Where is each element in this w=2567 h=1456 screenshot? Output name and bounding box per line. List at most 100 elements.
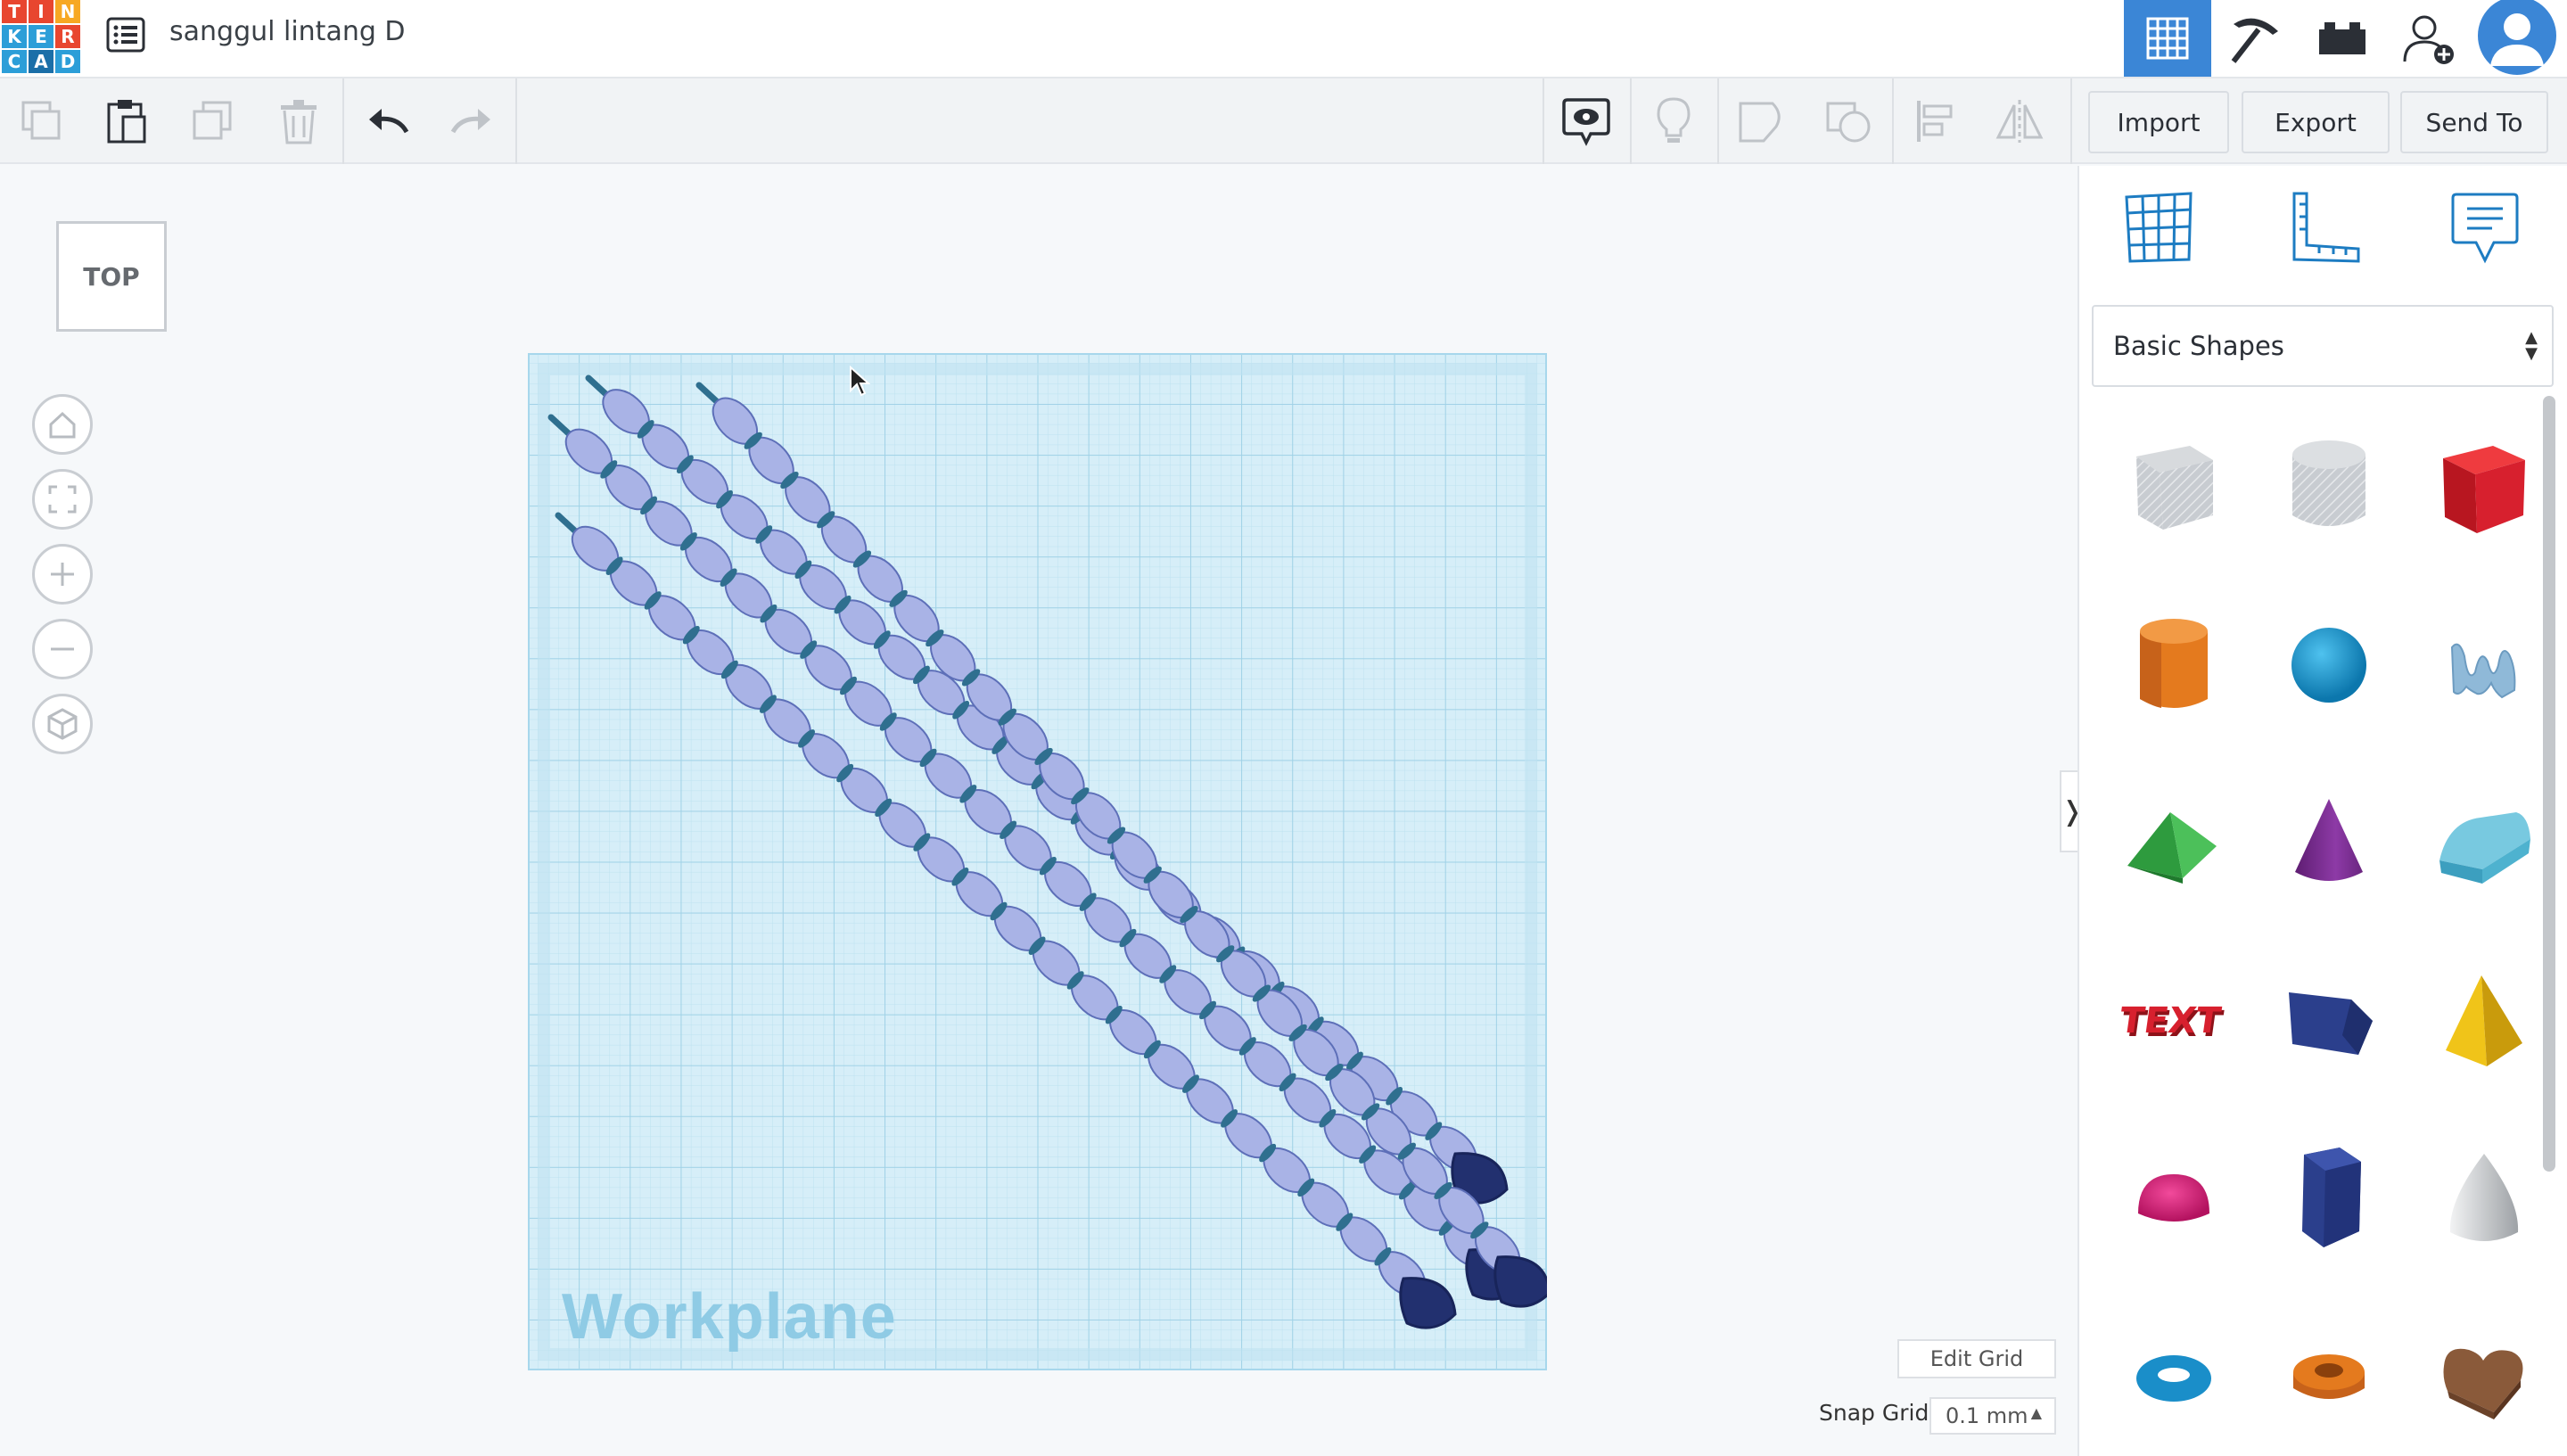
shape-cone[interactable] <box>2267 781 2391 906</box>
trash-icon <box>281 100 317 144</box>
shape-roof[interactable] <box>2111 781 2236 906</box>
invite-user-button[interactable] <box>2386 0 2473 77</box>
duplicate-button[interactable] <box>178 87 248 155</box>
perspective-toggle-button[interactable] <box>32 694 93 754</box>
shape-sphere[interactable] <box>2267 603 2391 728</box>
toolbar-separator <box>1717 78 1719 164</box>
cylinder-hole-icon <box>2292 440 2365 526</box>
snap-grid-label: Snap Grid <box>1819 1400 1929 1426</box>
3d-design-button[interactable] <box>2124 0 2211 77</box>
shape-paraboloid[interactable] <box>2422 1138 2546 1263</box>
ungroup-shapes-button[interactable] <box>1814 87 1883 155</box>
profile-button[interactable] <box>2473 0 2561 77</box>
snap-grid-select[interactable]: 0.1 mm ▲ <box>1929 1397 2056 1435</box>
bricks-icon <box>2319 22 2365 54</box>
toolbar-separator <box>1892 78 1894 164</box>
zoom-in-button[interactable] <box>32 544 93 605</box>
toolbar-separator <box>1630 78 1632 164</box>
shape-text[interactable]: TEXT TEXT <box>2111 959 2236 1084</box>
shape-library-select[interactable]: Basic Shapes ▲ ▼ <box>2092 305 2554 387</box>
design-title[interactable]: sanggul lintang D <box>169 16 406 47</box>
lightbulb-icon <box>1657 97 1691 143</box>
paraboloid-icon <box>2449 1154 2519 1241</box>
3d-view-icon <box>2146 17 2189 60</box>
cube-icon <box>47 708 78 740</box>
shape-torus[interactable] <box>2111 1316 2236 1441</box>
align-icon <box>1917 101 1953 142</box>
shape-heart[interactable] <box>2422 1316 2546 1441</box>
list-icon <box>106 17 145 53</box>
logo-letter: T <box>2 0 27 23</box>
shapes-panel: Basic Shapes ▲ ▼ TEXT TEXT <box>2077 166 2567 1456</box>
undo-icon <box>369 109 409 134</box>
shape-library-value: Basic Shapes <box>2113 331 2284 361</box>
notes-toggle-button[interactable] <box>1551 87 1621 155</box>
duplicate-icon <box>193 101 232 140</box>
note-icon <box>2451 193 2519 264</box>
zoom-out-button[interactable] <box>32 619 93 679</box>
tinkercad-logo[interactable]: T I N K E R C A D <box>2 0 82 73</box>
add-user-icon <box>2403 15 2454 64</box>
edit-toolbar: Import Export Send To <box>0 78 2567 164</box>
shape-half-sphere[interactable] <box>2111 1138 2236 1263</box>
shape-round-roof[interactable] <box>2422 781 2546 906</box>
paste-button[interactable] <box>91 87 160 155</box>
box-hole-icon <box>2136 446 2213 530</box>
mouse-cursor-icon <box>850 366 870 397</box>
bricks-button[interactable] <box>2299 0 2386 77</box>
fit-view-button[interactable] <box>32 469 93 530</box>
edit-grid-button[interactable]: Edit Grid <box>1897 1339 2056 1378</box>
fit-to-view-icon <box>48 485 77 514</box>
copy-icon <box>21 101 61 140</box>
notes-tool-button[interactable] <box>2445 187 2525 267</box>
copy-button[interactable] <box>7 87 77 155</box>
toolbar-separator <box>1543 78 1544 164</box>
logo-letter: C <box>2 50 27 73</box>
comment-eye-icon <box>1562 98 1610 146</box>
polygon-icon <box>2302 1148 2361 1247</box>
send-to-button[interactable]: Send To <box>2400 91 2548 153</box>
shape-box[interactable] <box>2422 424 2546 549</box>
home-icon <box>49 411 76 439</box>
toolbar-separator <box>515 78 517 164</box>
shape-wedge[interactable] <box>2267 959 2391 1084</box>
undo-button[interactable] <box>353 87 423 155</box>
cone-icon <box>2295 799 2363 881</box>
panel-scrollbar[interactable] <box>2543 396 2555 1172</box>
tube-icon <box>2293 1354 2365 1399</box>
designs-list-button[interactable] <box>103 12 148 57</box>
ruler-tool-button[interactable] <box>2284 187 2365 267</box>
shape-scribble[interactable] <box>2422 603 2546 728</box>
workplane-label: Workplane <box>562 1281 897 1353</box>
export-button[interactable]: Export <box>2242 91 2390 153</box>
delete-button[interactable] <box>264 87 333 155</box>
shape-cylinder-hole[interactable] <box>2267 424 2391 549</box>
align-button[interactable] <box>1901 87 1971 155</box>
minecraft-button[interactable] <box>2211 0 2299 77</box>
plus-icon <box>51 563 74 586</box>
home-view-button[interactable] <box>32 394 93 455</box>
redo-icon <box>450 109 490 134</box>
cylinder-icon <box>2140 619 2208 708</box>
logo-letter: R <box>55 25 80 48</box>
group-shapes-button[interactable] <box>1726 87 1796 155</box>
shape-tube[interactable] <box>2267 1316 2391 1441</box>
scribble-icon <box>2450 643 2516 699</box>
shape-box-hole[interactable] <box>2111 424 2236 549</box>
shape-pyramid[interactable] <box>2422 959 2546 1084</box>
shape-cylinder[interactable] <box>2111 603 2236 728</box>
mirror-button[interactable] <box>1985 87 2054 155</box>
import-button[interactable]: Import <box>2088 91 2229 153</box>
shape-polygon[interactable] <box>2267 1138 2391 1263</box>
sphere-icon <box>2291 628 2366 703</box>
roof-icon <box>2127 812 2217 884</box>
mirror-icon <box>1995 100 2044 143</box>
round-roof-icon <box>2439 812 2530 884</box>
view-cube[interactable]: TOP <box>56 221 167 332</box>
workplane-canvas[interactable] <box>528 353 1547 1370</box>
box-icon <box>2443 446 2525 533</box>
pyramid-icon <box>2446 975 2522 1066</box>
show-hint-button[interactable] <box>1639 87 1708 155</box>
redo-button[interactable] <box>437 87 506 155</box>
workplane-tool-button[interactable] <box>2119 187 2199 267</box>
